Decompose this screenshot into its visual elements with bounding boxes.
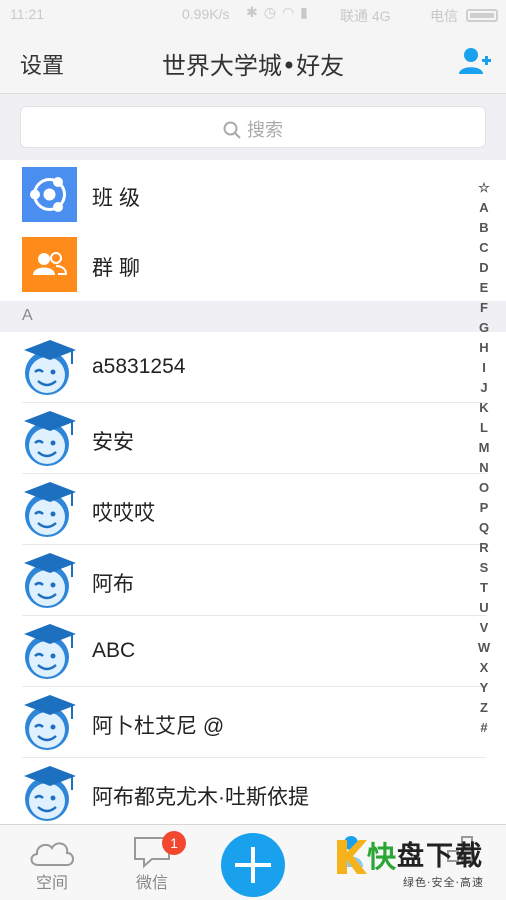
contact-row[interactable]: 阿布 bbox=[0, 545, 506, 616]
page-title: 世界大学城•好友 bbox=[161, 52, 345, 80]
plus-icon bbox=[235, 847, 271, 883]
nav-bar: 世界大学城•好友 设置 bbox=[0, 30, 506, 94]
carrier-2: 电信 bbox=[430, 8, 458, 24]
cloud-icon bbox=[30, 842, 74, 866]
tab-space[interactable]: 空间 bbox=[12, 825, 92, 900]
alarm-icon: ◷ bbox=[263, 4, 282, 20]
index-letter[interactable]: F bbox=[476, 298, 492, 318]
contact-row[interactable]: ABC bbox=[0, 616, 506, 687]
avatar-icon bbox=[20, 549, 78, 611]
index-letter[interactable]: T bbox=[476, 578, 492, 598]
search-icon bbox=[223, 121, 241, 139]
avatar-icon bbox=[20, 762, 78, 824]
group-chat-icon bbox=[22, 237, 77, 292]
add-friend-icon[interactable] bbox=[458, 46, 492, 78]
class-share-icon bbox=[22, 167, 77, 222]
contact-name: 阿卜杜艾尼 @ bbox=[92, 715, 225, 738]
contact-row[interactable]: a5831254 bbox=[0, 332, 506, 403]
search-area: 搜索 bbox=[0, 94, 506, 160]
index-letter[interactable]: U bbox=[476, 598, 492, 618]
add-button[interactable] bbox=[221, 833, 285, 897]
avatar-icon bbox=[20, 407, 78, 469]
watermark-sub: 绿色·安全·高速 bbox=[403, 876, 484, 889]
index-letter[interactable]: A bbox=[476, 198, 492, 218]
class-row[interactable]: 班级 bbox=[0, 160, 506, 231]
watermark-main: 盘下载 bbox=[397, 841, 484, 872]
contact-name: 阿布 bbox=[92, 573, 134, 596]
tab-wechat-label: 微信 bbox=[135, 873, 168, 892]
index-letter[interactable]: # bbox=[476, 718, 492, 738]
index-letter[interactable]: S bbox=[476, 558, 492, 578]
status-bar: 11:21 0.99K/s ✱◷◠▮ 联通 4G 电信 bbox=[0, 0, 506, 30]
index-letter[interactable]: Y bbox=[476, 678, 492, 698]
index-letter[interactable]: H bbox=[476, 338, 492, 358]
watermark-kuai: 快 bbox=[367, 840, 397, 874]
index-letter[interactable]: ☆ bbox=[476, 178, 492, 198]
contact-row[interactable]: 阿卜杜艾尼 @ bbox=[0, 687, 506, 758]
contact-name: ABC bbox=[92, 639, 136, 662]
tab-space-label: 空间 bbox=[35, 873, 68, 892]
index-letter[interactable]: W bbox=[476, 638, 492, 658]
index-letter[interactable]: Z bbox=[476, 698, 492, 718]
signal-icon: ▮ bbox=[300, 4, 314, 20]
index-letter[interactable]: E bbox=[476, 278, 492, 298]
index-letter[interactable]: N bbox=[476, 458, 492, 478]
section-letter: A bbox=[22, 307, 33, 324]
contact-name: 安安 bbox=[92, 431, 134, 454]
avatar-icon bbox=[20, 336, 78, 398]
carrier-1: 联通 4G bbox=[340, 8, 391, 24]
index-letter[interactable]: O bbox=[476, 478, 492, 498]
index-letter[interactable]: L bbox=[476, 418, 492, 438]
index-letter[interactable]: J bbox=[476, 378, 492, 398]
battery-icon bbox=[466, 9, 498, 22]
settings-button[interactable]: 设置 bbox=[20, 48, 64, 80]
index-letter[interactable]: G bbox=[476, 318, 492, 338]
watermark-logo: 快 盘下载 绿色·安全·高速 bbox=[333, 832, 503, 896]
index-letter[interactable]: R bbox=[476, 538, 492, 558]
index-letter[interactable]: P bbox=[476, 498, 492, 518]
status-time: 11:21 bbox=[10, 6, 44, 22]
search-placeholder: 搜索 bbox=[21, 116, 485, 142]
index-letter[interactable]: I bbox=[476, 358, 492, 378]
index-letter[interactable]: M bbox=[476, 438, 492, 458]
index-letter[interactable]: X bbox=[476, 658, 492, 678]
section-header: A bbox=[0, 301, 506, 332]
index-letter[interactable]: Q bbox=[476, 518, 492, 538]
group-chat-label: 群聊 bbox=[92, 256, 146, 280]
contact-row[interactable]: 阿布都克尤木·吐斯依提 bbox=[0, 758, 506, 829]
status-icons: ✱◷◠▮ bbox=[246, 4, 314, 21]
index-letter[interactable]: B bbox=[476, 218, 492, 238]
class-label: 班级 bbox=[92, 186, 146, 210]
index-letter[interactable]: D bbox=[476, 258, 492, 278]
unread-badge: 1 bbox=[162, 831, 186, 855]
bluetooth-icon: ✱ bbox=[246, 4, 264, 20]
search-input[interactable]: 搜索 bbox=[20, 106, 486, 148]
avatar-icon bbox=[20, 478, 78, 540]
index-letter[interactable]: K bbox=[476, 398, 492, 418]
index-letter[interactable]: C bbox=[476, 238, 492, 258]
contact-row[interactable]: 安安 bbox=[0, 403, 506, 474]
index-letter[interactable]: V bbox=[476, 618, 492, 638]
contact-name: 阿布都克尤木·吐斯依提 bbox=[92, 786, 309, 809]
group-chat-row[interactable]: 群聊 bbox=[0, 230, 506, 301]
avatar-icon bbox=[20, 620, 78, 682]
alphabet-index[interactable]: ☆ A B C D E F G H I J K L M N O P Q R S T U V W X Y Z # bbox=[476, 178, 492, 738]
contact-name: a5831254 bbox=[92, 355, 186, 378]
contact-row[interactable]: 哎哎哎 bbox=[0, 474, 506, 545]
k-logo-icon bbox=[337, 840, 367, 874]
network-speed: 0.99K/s bbox=[182, 6, 230, 22]
wifi-icon: ◠ bbox=[281, 4, 301, 20]
avatar-icon bbox=[20, 691, 78, 753]
contact-name: 哎哎哎 bbox=[92, 502, 155, 525]
search-placeholder-text: 搜索 bbox=[247, 120, 283, 141]
